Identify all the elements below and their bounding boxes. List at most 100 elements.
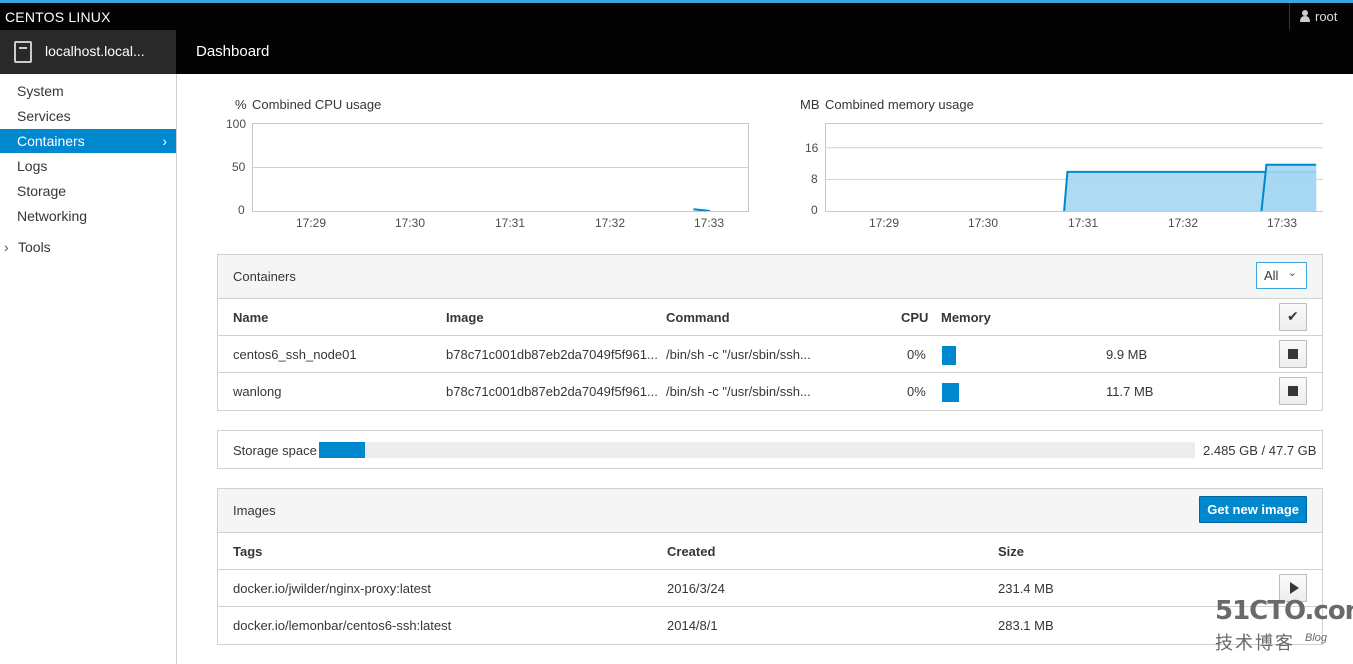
image-tag: docker.io/lemonbar/centos6-ssh:latest <box>233 618 452 633</box>
chevron-down-icon: ⌄ <box>1287 267 1297 279</box>
storage-panel: Storage space 2.485 GB / 47.7 GB <box>217 430 1323 469</box>
storage-label: Storage space <box>233 443 317 458</box>
sidebar-item-label: Tools <box>18 239 51 255</box>
user-icon <box>1300 10 1310 22</box>
image-size: 283.1 MB <box>998 618 1054 633</box>
container-name: centos6_ssh_node01 <box>233 347 357 362</box>
sidebar-item-services[interactable]: Services <box>0 104 176 128</box>
column-header[interactable]: Tags <box>233 544 262 559</box>
y-tick-label: 50 <box>232 160 246 174</box>
watermark-text: Blog <box>1305 632 1328 644</box>
series-area-wanlong <box>1261 164 1317 211</box>
watermark-logo: 51CTO.com 技术博客 Blog <box>1215 596 1353 656</box>
images-panel-header: Images Get new image <box>218 489 1322 533</box>
series-line-0 <box>693 208 711 211</box>
cpu-chart-title: Combined CPU usage <box>252 97 382 112</box>
container-image: b78c71c001db87eb2da7049f5f961... <box>446 347 658 362</box>
x-tick-label: 17:33 <box>694 216 725 230</box>
y-tick-label: 8 <box>811 172 818 186</box>
memory-bar <box>942 383 959 402</box>
image-size: 231.4 MB <box>998 581 1054 596</box>
x-tick-label: 17:33 <box>1267 216 1298 230</box>
column-header[interactable]: Created <box>667 544 715 559</box>
container-image: b78c71c001db87eb2da7049f5f961... <box>446 384 658 399</box>
chart-plot-area <box>253 167 748 211</box>
column-header[interactable]: Name <box>233 310 268 325</box>
memory-chart-title: Combined memory usage <box>825 97 974 112</box>
sidebar-item-storage[interactable]: Storage <box>0 179 176 203</box>
x-tick-label: 17:29 <box>296 216 327 230</box>
host-name: localhost.local... <box>45 43 145 59</box>
storage-value: 2.485 GB / 47.7 GB <box>1203 443 1317 458</box>
sidebar-item-label: Logs <box>17 158 48 174</box>
stop-icon <box>1288 386 1298 396</box>
x-tick-label: 17:31 <box>495 216 526 230</box>
stop-icon <box>1288 349 1298 359</box>
images-panel: Images Get new image Tags Created Size d… <box>217 488 1323 645</box>
panel-title: Containers <box>233 269 296 284</box>
host-switcher[interactable]: localhost.local... <box>0 30 176 74</box>
chevron-right-icon: › <box>162 133 167 149</box>
cpu-chart-unit: % <box>235 97 247 112</box>
image-tag: docker.io/jwilder/nginx-proxy:latest <box>233 581 431 596</box>
sidebar-item-label: System <box>17 83 64 99</box>
sidebar-item-tools[interactable]: › Tools <box>4 239 51 255</box>
table-row[interactable]: centos6_ssh_node01 b78c71c001db87eb2da70… <box>218 336 1322 373</box>
column-header[interactable]: Command <box>666 310 730 325</box>
storage-progress-bar <box>319 442 1195 458</box>
page-title: Dashboard <box>196 43 270 60</box>
panel-title: Images <box>233 503 276 518</box>
memory-chart-unit: MB <box>800 97 820 112</box>
stop-button[interactable] <box>1279 377 1307 405</box>
image-created: 2014/8/1 <box>667 618 718 633</box>
storage-progress-fill <box>319 442 365 458</box>
watermark-text: 51CTO.com <box>1215 596 1353 626</box>
container-filter-select[interactable]: All ⌄ <box>1256 262 1307 289</box>
containers-panel: Containers All ⌄ Name Image Command CPU M… <box>217 254 1323 411</box>
cpu-chart <box>252 123 749 212</box>
memory-bar <box>942 346 956 365</box>
sidebar-item-logs[interactable]: Logs <box>0 154 176 178</box>
container-name: wanlong <box>233 384 282 399</box>
y-tick-label: 0 <box>238 203 245 217</box>
container-memory: 9.9 MB <box>1106 347 1148 362</box>
y-tick-label: 0 <box>811 203 818 217</box>
user-name: root <box>1315 9 1338 24</box>
column-header[interactable]: Memory <box>941 310 991 325</box>
column-header[interactable]: Image <box>446 310 484 325</box>
brand-label: CENTOS LINUX <box>5 9 111 25</box>
sidebar-item-containers[interactable]: Containers › <box>0 129 176 153</box>
sidebar-item-label: Services <box>17 108 71 124</box>
table-header-row: Tags Created Size <box>218 533 1322 570</box>
y-tick-label: 100 <box>226 117 247 131</box>
stop-button[interactable] <box>1279 340 1307 368</box>
get-new-image-button[interactable]: Get new image <box>1199 496 1307 523</box>
table-row[interactable]: docker.io/jwilder/nginx-proxy:latest 201… <box>218 570 1322 607</box>
container-cpu: 0% <box>907 384 926 399</box>
table-row[interactable]: wanlong b78c71c001db87eb2da7049f5f961...… <box>218 373 1322 410</box>
page-header: Dashboard <box>176 30 1353 74</box>
x-tick-label: 17:31 <box>1068 216 1099 230</box>
sidebar-item-label: Containers <box>17 133 85 149</box>
column-header[interactable]: CPU <box>901 310 928 325</box>
container-command: /bin/sh -c "/usr/sbin/ssh... <box>666 347 811 362</box>
chevron-right-icon: › <box>4 239 9 255</box>
column-header[interactable]: Size <box>998 544 1024 559</box>
sidebar-item-system[interactable]: System <box>0 79 176 103</box>
table-header-row: Name Image Command CPU Memory ✔ <box>218 299 1322 336</box>
x-tick-label: 17:32 <box>1168 216 1199 230</box>
sidebar-item-label: Networking <box>17 208 88 224</box>
x-tick-label: 17:32 <box>595 216 626 230</box>
user-menu[interactable]: root <box>1289 3 1353 30</box>
container-command: /bin/sh -c "/usr/sbin/ssh... <box>666 384 811 399</box>
table-row[interactable]: docker.io/lemonbar/centos6-ssh:latest 20… <box>218 607 1322 644</box>
server-icon <box>14 41 32 63</box>
x-tick-label: 17:30 <box>395 216 426 230</box>
sidebar-item-label: Storage <box>17 183 67 199</box>
top-bar: CENTOS LINUX root <box>0 0 1353 30</box>
select-value: All <box>1264 268 1279 283</box>
select-all-button[interactable]: ✔ <box>1279 303 1307 331</box>
x-tick-label: 17:29 <box>869 216 900 230</box>
sidebar-item-networking[interactable]: Networking <box>0 204 176 228</box>
sidebar: System Services Containers › Logs Storage… <box>0 74 177 664</box>
